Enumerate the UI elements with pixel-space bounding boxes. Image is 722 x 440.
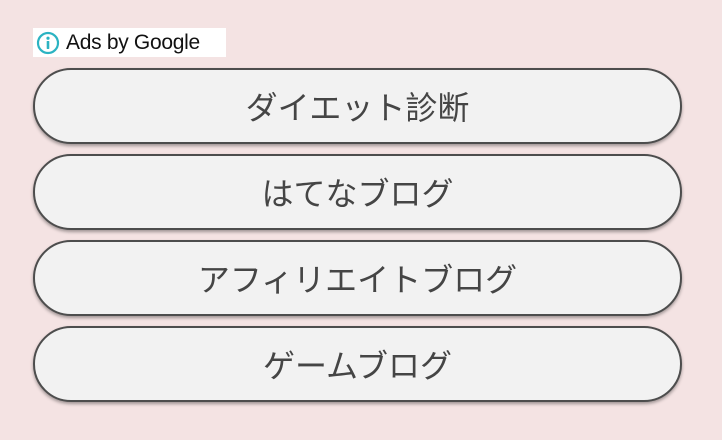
ad-link-button-game-blog[interactable]: ゲームブログ <box>33 326 682 402</box>
ad-link-list: ダイエット診断 はてなブログ アフィリエイトブログ ゲームブログ <box>33 68 682 412</box>
ad-link-label: ゲームブログ <box>262 347 453 385</box>
ad-link-button-affiliate-blog[interactable]: アフィリエイトブログ <box>33 240 682 316</box>
info-icon[interactable] <box>36 31 60 55</box>
ad-link-label: ダイエット診断 <box>245 89 470 127</box>
ads-by-google-badge[interactable]: Ads by Google <box>33 28 226 57</box>
ad-link-button-diet-diagnosis[interactable]: ダイエット診断 <box>33 68 682 144</box>
ad-link-label: はてなブログ <box>261 175 454 213</box>
ad-link-button-hatena-blog[interactable]: はてなブログ <box>33 154 682 230</box>
ad-link-label: アフィリエイトブログ <box>197 261 518 299</box>
ads-by-google-label: Ads by Google <box>66 30 200 54</box>
